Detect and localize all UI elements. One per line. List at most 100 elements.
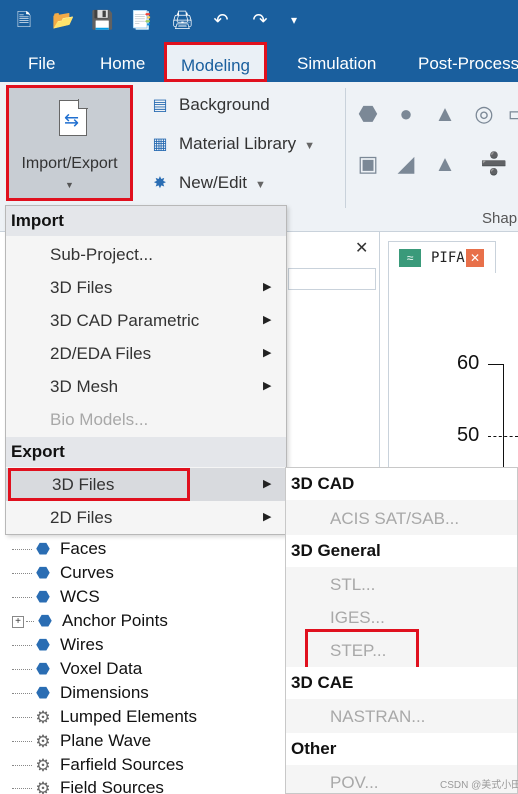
import-export-label: Import/Export	[21, 155, 118, 172]
new-edit-label: New/Edit	[179, 173, 248, 192]
submenu-group-header: 3D CAE	[286, 667, 517, 699]
loft-shape-icon[interactable]: ▲	[432, 151, 458, 177]
y-axis-tick	[488, 364, 504, 365]
undo-icon[interactable]: ↶	[210, 9, 232, 31]
cube-icon: ⬣	[38, 612, 52, 630]
chevron-down-icon: ▼	[304, 140, 316, 152]
sphere-shape-icon[interactable]: ●	[393, 101, 419, 127]
tree-item-lumped-elements[interactable]: ⚙ Lumped Elements	[12, 707, 197, 731]
close-icon[interactable]: ✕	[355, 238, 368, 258]
tree-item-farfield-sources[interactable]: ⚙ Farfield Sources	[12, 755, 184, 779]
cone-shape-icon[interactable]: ▲	[432, 101, 458, 127]
menu-item-label: 3D Files	[50, 278, 113, 297]
menu-item-2d-eda-files[interactable]: 2D/EDA Files ▶	[6, 337, 286, 370]
tree-item-label: Curves	[60, 563, 114, 582]
tab-simulation[interactable]: Simulation	[297, 44, 376, 82]
save-all-icon[interactable]: 📑	[130, 9, 152, 31]
submenu-arrow-icon: ▶	[263, 347, 272, 359]
ribbon-separator	[345, 88, 346, 208]
chevron-down-icon: ▼	[65, 180, 74, 190]
transform-shape-icon[interactable]: ➗	[480, 151, 507, 177]
cube-icon: ⬣	[36, 684, 50, 702]
tab-modeling[interactable]: Modeling	[164, 42, 267, 82]
submenu-arrow-icon: ▶	[263, 511, 272, 523]
import-export-menu: Import Sub-Project... 3D Files ▶ 3D CAD P…	[5, 205, 287, 535]
cube-icon: ⬣	[36, 660, 50, 678]
cube-icon: ⬣	[36, 636, 50, 654]
import-export-button[interactable]: ⇆ Import/Export ▼	[6, 85, 133, 201]
tree-item-wires[interactable]: ⬣ Wires	[12, 635, 103, 659]
y-axis-tick-label: 60	[457, 352, 480, 374]
menu-item-label: Sub-Project...	[50, 245, 153, 264]
extrude-shape-icon[interactable]: ▣	[355, 151, 381, 177]
menu-item-label: 3D CAD Parametric	[50, 311, 200, 330]
material-library-label: Material Library	[179, 134, 297, 153]
tab-home[interactable]: Home	[100, 44, 145, 82]
menu-item-3d-mesh[interactable]: 3D Mesh ▶	[6, 370, 286, 403]
y-axis-line	[503, 364, 504, 468]
tree-item-label: Field Sources	[60, 778, 164, 794]
gear-icon: ⚙	[35, 755, 51, 775]
new-edit-button[interactable]: ✸ New/Edit ▼	[149, 173, 266, 197]
tree-filter-input[interactable]	[288, 268, 376, 290]
menu-item-acis-sat[interactable]: ACIS SAT/SAB...	[286, 502, 517, 535]
expand-icon[interactable]: +	[12, 615, 24, 628]
tree-item-label: Anchor Points	[62, 611, 168, 630]
gear-icon: ⚙	[35, 707, 51, 727]
document-tab-pifa[interactable]: ≈ PIFA ✕	[388, 241, 496, 273]
plot-view	[388, 273, 518, 473]
save-icon[interactable]: 💾	[91, 9, 113, 31]
cube-icon: ⬣	[36, 588, 50, 606]
customize-icon[interactable]: ▾	[283, 9, 305, 31]
tab-file[interactable]: File	[28, 44, 55, 82]
tree-item-label: Voxel Data	[60, 659, 143, 678]
background-label: Background	[179, 95, 270, 114]
tree-item-voxel-data[interactable]: ⬣ Voxel Data	[12, 659, 142, 683]
close-icon[interactable]: ✕	[466, 249, 484, 267]
cylinder-shape-icon[interactable]: ▭	[505, 101, 518, 127]
menu-item-3d-cad-parametric[interactable]: 3D CAD Parametric ▶	[6, 304, 286, 337]
new-edit-icon: ✸	[153, 174, 167, 192]
tree-item-label: Plane Wave	[60, 731, 152, 750]
material-library-button[interactable]: ▦ Material Library ▼	[149, 134, 315, 158]
export-3d-files-submenu: 3D CAD ACIS SAT/SAB... 3D General STL...…	[285, 467, 518, 794]
menu-item-bio-models: Bio Models...	[6, 403, 286, 436]
tree-item-anchor-points[interactable]: + ⬣ Anchor Points	[12, 611, 168, 635]
tree-item-plane-wave[interactable]: ⚙ Plane Wave	[12, 731, 151, 755]
submenu-group-header: Other	[286, 733, 517, 765]
gear-icon: ⚙	[35, 731, 51, 751]
tree-item-curves[interactable]: ⬣ Curves	[12, 563, 114, 587]
menu-item-import-3d-files[interactable]: 3D Files ▶	[6, 271, 286, 304]
new-file-icon[interactable]: 🗎	[13, 9, 35, 31]
project-wave-icon: ≈	[399, 249, 421, 267]
menu-item-stl[interactable]: STL...	[286, 568, 517, 601]
menu-item-export-2d-files[interactable]: 2D Files ▶	[6, 501, 286, 534]
open-folder-icon[interactable]: 📂	[52, 9, 74, 31]
submenu-arrow-icon: ▶	[263, 281, 272, 293]
redo-icon[interactable]: ↷	[249, 9, 271, 31]
export-section-header: Export	[6, 437, 286, 467]
step-highlight-box	[305, 629, 419, 670]
background-button[interactable]: ▤ Background	[149, 95, 270, 119]
background-icon: ▤	[152, 96, 168, 114]
tree-item-field-sources[interactable]: ⚙ Field Sources	[12, 778, 164, 794]
rotate-shape-icon[interactable]: ◢	[393, 151, 419, 177]
submenu-arrow-icon: ▶	[263, 314, 272, 326]
tree-item-dimensions[interactable]: ⬣ Dimensions	[12, 683, 149, 707]
shapes-group-label: Shap	[482, 210, 518, 227]
cube-icon: ⬣	[36, 540, 50, 558]
submenu-group-header: 3D CAD	[286, 468, 517, 500]
import-section-header: Import	[6, 206, 286, 236]
tab-post-process[interactable]: Post-Process	[418, 44, 518, 82]
import-export-icon: ⇆	[59, 99, 88, 136]
menu-item-sub-project[interactable]: Sub-Project...	[6, 238, 286, 271]
chevron-down-icon: ▼	[255, 179, 266, 191]
tree-item-faces[interactable]: ⬣ Faces	[12, 539, 106, 563]
torus-shape-icon[interactable]: ◎	[471, 101, 497, 127]
tree-item-wcs[interactable]: ⬣ WCS	[12, 587, 100, 611]
brick-shape-icon[interactable]: ⬣	[355, 101, 381, 127]
submenu-group-header: 3D General	[286, 535, 517, 567]
print-icon[interactable]: 🖨	[171, 9, 194, 31]
tree-item-label: Faces	[60, 539, 107, 558]
menu-item-nastran[interactable]: NASTRAN...	[286, 700, 517, 733]
